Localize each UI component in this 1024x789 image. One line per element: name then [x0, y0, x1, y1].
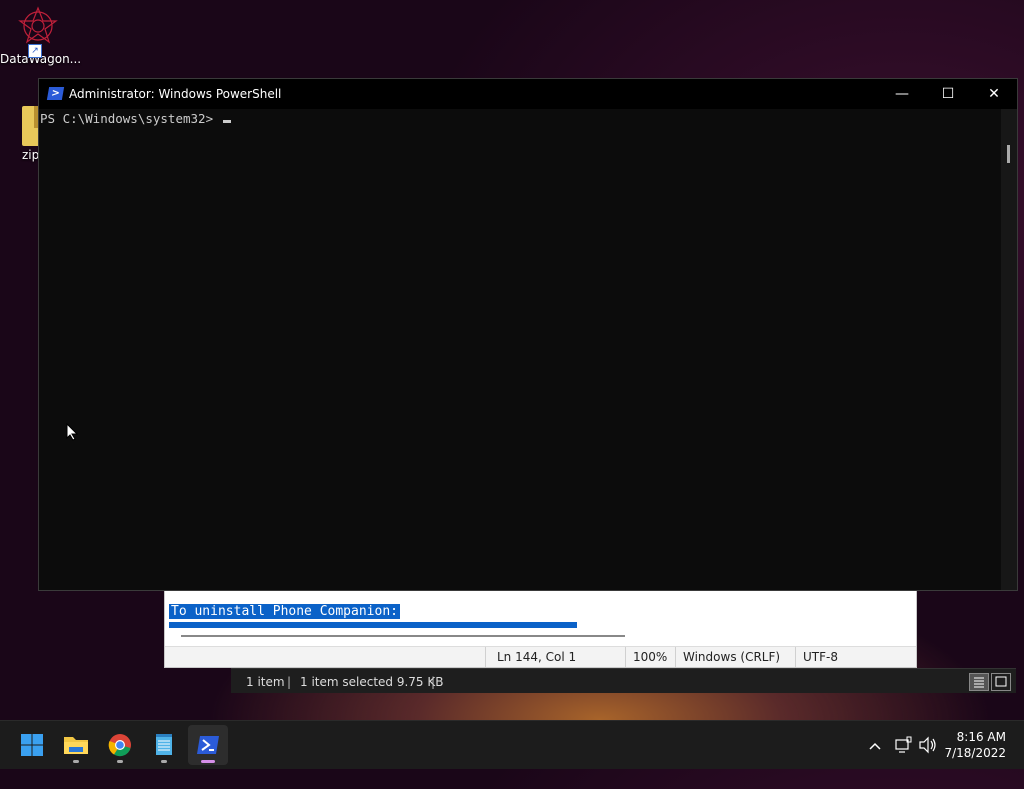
notepad-window[interactable]: To uninstall Phone Companion: Ln 144, Co…: [164, 588, 917, 668]
taskbar-file-explorer[interactable]: [56, 725, 96, 765]
chrome-icon: [108, 734, 131, 757]
list-icon: [974, 677, 984, 688]
folder-icon: [64, 737, 88, 754]
powershell-icon: [197, 736, 219, 754]
minimize-button[interactable]: —: [879, 79, 925, 109]
zoom-level: 100%: [633, 650, 668, 664]
chevron-up-icon: [869, 742, 881, 750]
details-view-button[interactable]: [969, 673, 989, 691]
shortcut-arrow-icon: ↗: [28, 44, 42, 58]
windows-logo-icon: [21, 734, 43, 756]
vertical-scrollbar[interactable]: [1001, 109, 1017, 590]
tiles-icon: [995, 676, 1007, 687]
network-icon[interactable]: [894, 721, 912, 789]
taskbar: 8:16 AM 7/18/2022: [0, 720, 1024, 769]
clock-time: 8:16 AM: [956, 730, 1006, 744]
volume-icon[interactable]: [918, 721, 938, 789]
status-separator: |: [431, 675, 436, 689]
text-cursor: [222, 120, 231, 123]
notepad-status-bar: Ln 144, Col 1 100% Windows (CRLF) UTF-8: [165, 646, 916, 667]
console-prompt: PS C:\Windows\system32>: [40, 111, 221, 126]
system-clock[interactable]: 8:16 AM 7/18/2022: [944, 729, 1006, 761]
large-icons-view-button[interactable]: [991, 673, 1011, 691]
status-separator: |: [287, 675, 292, 689]
taskbar-powershell[interactable]: [188, 725, 228, 765]
item-count: 1 item: [246, 675, 285, 689]
taskbar-chrome[interactable]: [100, 725, 140, 765]
encoding: UTF-8: [803, 650, 838, 664]
title-bar[interactable]: > Administrator: Windows PowerShell — ☐ …: [39, 79, 1017, 109]
scrollbar-thumb[interactable]: [1007, 145, 1010, 163]
start-button[interactable]: [12, 725, 52, 765]
selected-text-partial: [169, 622, 577, 628]
line-endings: Windows (CRLF): [683, 650, 781, 664]
running-indicator: [161, 760, 167, 763]
window-title: Administrator: Windows PowerShell: [69, 87, 282, 101]
selection-info: 1 item selected 9.75 KB: [300, 675, 444, 689]
datawagon-icon: ↗: [14, 4, 62, 58]
mouse-pointer-icon: [66, 422, 79, 445]
powershell-icon: >: [46, 87, 65, 100]
running-indicator: [73, 760, 79, 763]
active-indicator: [201, 760, 215, 763]
close-button[interactable]: ✕: [971, 79, 1017, 109]
show-hidden-icons-button[interactable]: [868, 721, 882, 789]
powershell-window[interactable]: > Administrator: Windows PowerShell — ☐ …: [38, 78, 1018, 591]
desktop-icon-datawagon[interactable]: ↗ DataWagon...: [0, 4, 81, 66]
clock-date: 7/18/2022: [944, 746, 1006, 760]
cursor-position: Ln 144, Col 1: [497, 650, 577, 664]
console-area[interactable]: PS C:\Windows\system32>: [39, 109, 1001, 590]
selected-text[interactable]: To uninstall Phone Companion:: [169, 604, 400, 619]
running-indicator: [117, 760, 123, 763]
explorer-status-bar: 1 item | 1 item selected 9.75 KB |: [231, 668, 1016, 693]
taskbar-notepad[interactable]: [144, 725, 184, 765]
notepad-icon: [156, 734, 172, 755]
maximize-button[interactable]: ☐: [925, 79, 971, 109]
horizontal-scrollbar[interactable]: [181, 635, 625, 637]
